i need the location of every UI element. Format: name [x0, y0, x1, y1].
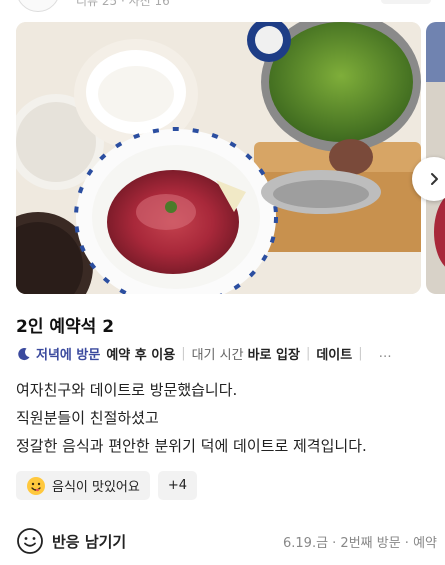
visit-time-tag: 저녁에 방문	[36, 348, 101, 363]
more-tags-button[interactable]: …	[379, 346, 393, 361]
visit-tags: 저녁에 방문 예약 후 이용 | 대기 시간 바로 입장 | 데이트 | …	[16, 344, 436, 363]
tag-divider: |	[358, 346, 363, 361]
purpose-tag: 데이트	[316, 348, 353, 363]
avatar[interactable]	[16, 0, 60, 12]
review-title: 2인 예약석 2	[16, 317, 115, 337]
review-text[interactable]: 여자친구와 데이트로 방문했습니다. 직원분들이 친절하셨고 정갈한 음식과 편…	[16, 376, 436, 460]
food-photo-illustration	[16, 22, 421, 294]
follow-button[interactable]	[381, 0, 431, 4]
wait-value: 바로 입장	[247, 348, 300, 363]
review-line: 정갈한 음식과 편안한 분위기 덕에 데이트로 제격입니다.	[16, 437, 367, 455]
tag-divider: |	[305, 346, 311, 361]
keyword-chips: 음식이 맛있어요 +4	[16, 471, 205, 500]
reservation-tag: 예약 후 이용	[106, 348, 176, 363]
review-line: 직원분들이 친절하셨고	[16, 409, 159, 427]
reviewer-header: 리뷰 25 · 사진 16	[0, 0, 445, 14]
keyword-label: 음식이 맛있어요	[52, 480, 140, 495]
wait-label: 대기 시간	[191, 348, 244, 363]
smile-icon	[17, 528, 43, 554]
tag-divider: |	[181, 346, 186, 361]
review-line: 여자친구와 데이트로 방문했습니다.	[16, 381, 238, 399]
photo-carousel[interactable]	[16, 22, 445, 294]
react-button[interactable]: 반응 남기기	[16, 527, 126, 555]
yummy-face-icon	[27, 476, 45, 495]
react-label: 반응 남기기	[52, 532, 127, 551]
keyword-chip[interactable]: 음식이 맛있어요	[16, 471, 150, 500]
visit-info: 6.19.금 · 2번째 방문 · 예약	[283, 536, 437, 551]
more-keywords-count: +4	[167, 478, 188, 493]
review-photo[interactable]	[16, 22, 421, 294]
moon-icon	[18, 347, 30, 360]
chevron-right-icon	[431, 173, 438, 185]
more-keywords-chip[interactable]: +4	[157, 471, 198, 500]
reviewer-meta: 리뷰 25 · 사진 16	[76, 0, 170, 8]
